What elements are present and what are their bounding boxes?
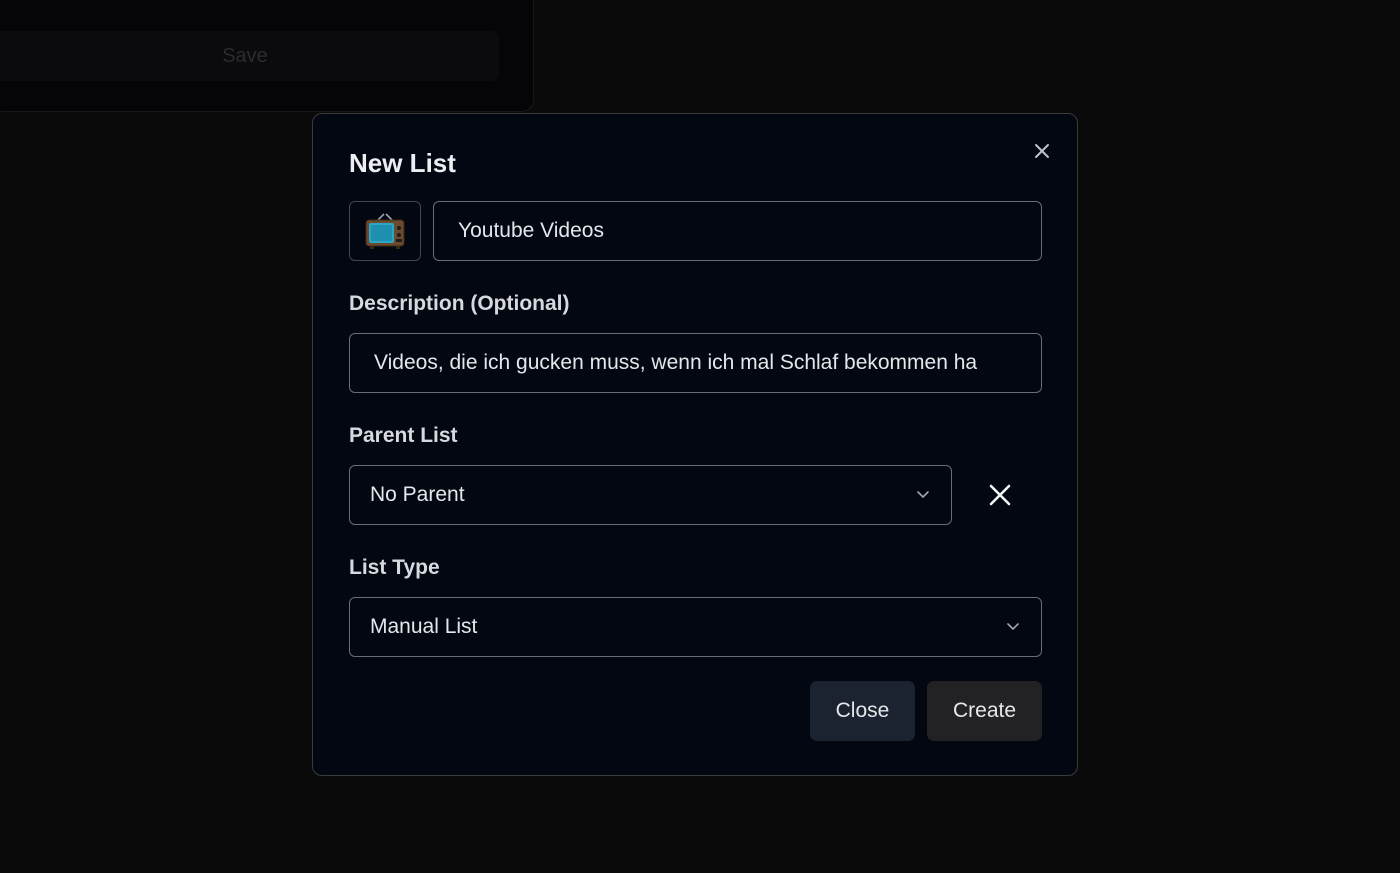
new-list-dialog: New List Description (Optional) [312,113,1078,776]
background-save-button: Save [0,31,499,81]
dialog-close-button[interactable] [1029,138,1055,164]
list-name-input[interactable] [433,201,1042,261]
chevron-down-icon [915,490,931,500]
list-type-selected-value: Manual List [370,615,478,638]
page: Save New List Description (Op [0,0,1400,873]
television-icon [365,213,405,249]
background-panel: Save [0,0,534,112]
parent-list-selected-value: No Parent [370,483,465,506]
close-button[interactable]: Close [810,681,915,741]
clear-parent-button[interactable] [985,480,1015,510]
create-button[interactable]: Create [927,681,1042,741]
close-icon [1035,144,1049,158]
close-icon [989,484,1011,506]
parent-list-label: Parent List [349,424,458,447]
parent-list-select[interactable]: No Parent [349,465,952,525]
list-type-label: List Type [349,556,440,579]
description-input[interactable] [349,333,1042,393]
dialog-title: New List [349,148,456,178]
chevron-down-icon [1005,622,1021,632]
description-label: Description (Optional) [349,292,570,315]
emoji-picker-button[interactable] [349,201,421,261]
list-type-select[interactable]: Manual List [349,597,1042,657]
